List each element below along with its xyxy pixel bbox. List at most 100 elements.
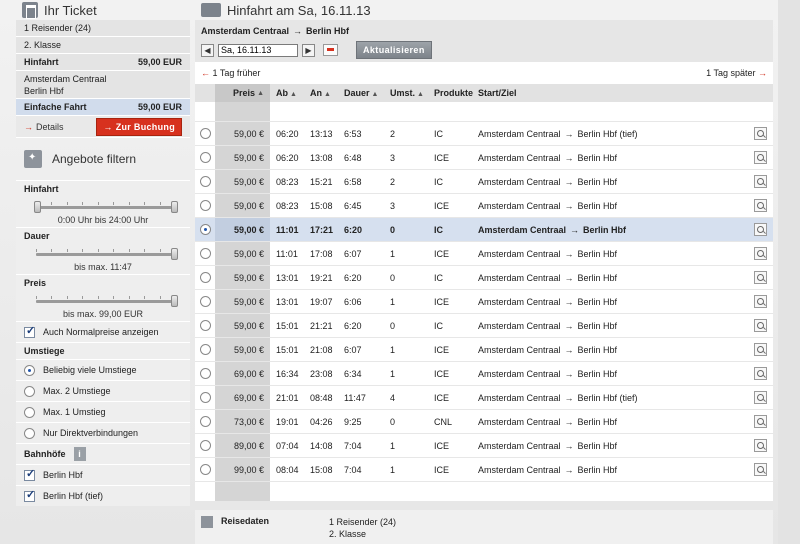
details-label: Details [36,121,64,132]
station-checkbox[interactable] [24,467,35,481]
slider-handle-max[interactable] [171,295,178,307]
magnifier-icon[interactable] [753,223,767,236]
slider-ticks [36,249,176,252]
cell-start-ziel: Amsterdam Centraal → Berlin Hbf [474,153,747,163]
table-row[interactable]: 59,00 € 11:01 17:08 6:07 1 ICE Amsterdam Centr… [195,242,773,266]
transfers-option-max2[interactable]: Max. 2 Umstiege [16,380,190,401]
duration-slider[interactable] [36,244,178,260]
cell-start-ziel: Amsterdam Centraal → Berlin Hbf [474,249,747,259]
table-row[interactable]: 69,00 € 21:01 08:48 11:47 4 ICE Amsterdam Cent… [195,386,773,410]
earlier-day-link[interactable]: ← 1 Tag früher [201,68,260,78]
date-input[interactable] [218,43,298,57]
cell-from: Amsterdam Centraal [478,224,567,235]
magnifier-icon[interactable] [753,295,767,308]
magnifier-icon[interactable] [753,271,767,284]
table-row[interactable]: 59,00 € 06:20 13:08 6:48 3 ICE Amsterdam Centr… [195,146,773,170]
normal-prices-checkbox-row[interactable]: Auch Normalpreise anzeigen [16,321,190,342]
table-row[interactable]: 59,00 € 06:20 13:13 6:53 2 IC Amsterdam Centra… [195,122,773,146]
transfers-option-direct[interactable]: Nur Direktverbindungen [16,422,190,443]
cell-ab: 15:01 [276,320,299,331]
cell-umst: 1 [390,440,396,451]
table-row[interactable]: 59,00 € 13:01 19:07 6:06 1 ICE Amsterdam Centr… [195,290,773,314]
table-row[interactable]: 73,00 € 19:01 04:26 9:25 0 CNL Amsterdam Centr… [195,410,773,434]
cell-from: Amsterdam Centraal [478,416,561,427]
row-select-radio[interactable] [199,224,211,235]
table-row[interactable]: 99,00 € 08:04 15:08 7:04 1 ICE Amsterdam Centr… [195,458,773,482]
row-select-radio[interactable] [199,248,211,259]
cell-ab: 13:01 [276,296,299,307]
row-select-radio[interactable] [199,416,211,427]
magnifier-icon[interactable] [753,319,767,332]
table-row[interactable]: 59,00 € 13:01 19:21 6:20 0 IC Amsterdam Centra… [195,266,773,290]
next-date-button[interactable]: ▶ [302,43,315,57]
magnifier-icon[interactable] [753,391,767,404]
row-select-radio[interactable] [199,392,211,403]
info-icon[interactable]: i [73,447,86,461]
table-header: Preis ▲ Ab ▲ An ▲ Dauer ▲ Umst. ▲ Produkte St… [195,84,773,102]
table-row[interactable]: 59,00 € 15:01 21:21 6:20 0 IC Amsterdam Centra… [195,314,773,338]
table-row[interactable]: 59,00 € 08:23 15:08 6:45 3 ICE Amsterdam Centr… [195,194,773,218]
cell-to: Berlin Hbf [577,368,618,379]
row-select-radio[interactable] [199,440,211,451]
transfers-option-any[interactable]: Beliebig viele Umstiege [16,359,190,380]
column-umst[interactable]: Umst. ▲ [384,88,430,98]
slider-handle-max[interactable] [171,248,178,260]
column-preis[interactable]: Preis ▲ [215,84,270,102]
row-select-radio[interactable] [199,152,211,163]
table-row[interactable]: 59,00 € 15:01 21:08 6:07 1 ICE Amsterdam Centr… [195,338,773,362]
price-filter-label: Preis [24,278,47,288]
magnifier-icon[interactable] [753,463,767,476]
normal-prices-checkbox[interactable] [24,324,35,338]
magnifier-icon[interactable] [753,367,767,380]
table-row[interactable]: 69,00 € 16:34 23:08 6:34 1 ICE Amsterdam Centr… [195,362,773,386]
book-button[interactable]: → Zur Buchung [96,117,182,136]
outbound-slider[interactable] [34,197,178,213]
calendar-icon[interactable] [323,44,338,56]
cell-produkte: IC [434,224,443,235]
slider-handle-max[interactable] [171,201,178,213]
row-select-radio[interactable] [199,368,211,379]
arrow-right-icon: → [564,320,574,331]
update-button[interactable]: Aktualisieren [356,41,432,59]
station-berlin-hbf-tief[interactable]: Berlin Hbf (tief) [16,485,190,506]
magnifier-icon[interactable] [753,127,767,140]
cell-from: Amsterdam Centraal [478,272,561,283]
column-an[interactable]: An ▲ [304,88,338,98]
radio[interactable] [24,385,35,397]
magnifier-icon[interactable] [753,199,767,212]
row-select-radio[interactable] [199,296,211,307]
table-row[interactable]: 59,00 € 08:23 15:21 6:58 2 IC Amsterdam Centra… [195,170,773,194]
cell-from: Amsterdam Centraal [478,248,561,259]
column-ab[interactable]: Ab ▲ [270,88,304,98]
transfers-option-label: Max. 2 Umstiege [43,386,111,396]
radio[interactable] [24,406,35,418]
table-row[interactable]: 89,00 € 07:04 14:08 7:04 1 ICE Amsterdam Centr… [195,434,773,458]
arrow-right-icon: → [564,272,574,283]
row-select-radio[interactable] [199,200,211,211]
slider-handle-min[interactable] [34,201,41,213]
row-select-radio[interactable] [199,320,211,331]
magnifier-icon[interactable] [753,343,767,356]
cell-dauer: 6:20 [344,320,362,331]
price-slider[interactable] [36,291,178,307]
column-dauer[interactable]: Dauer ▲ [338,88,384,98]
magnifier-icon[interactable] [753,439,767,452]
magnifier-icon[interactable] [753,151,767,164]
station-berlin-hbf[interactable]: Berlin Hbf [16,464,190,485]
later-day-link[interactable]: 1 Tag später → [706,68,767,78]
radio[interactable] [24,427,35,439]
details-link[interactable]: → Details [24,122,64,132]
magnifier-icon[interactable] [753,247,767,260]
previous-date-button[interactable]: ◀ [201,43,214,57]
row-select-radio[interactable] [199,272,211,283]
row-select-radio[interactable] [199,176,211,187]
station-checkbox[interactable] [24,488,35,502]
transfers-option-max1[interactable]: Max. 1 Umstieg [16,401,190,422]
magnifier-icon[interactable] [753,175,767,188]
table-row[interactable]: 59,00 € 11:01 17:21 6:20 0 IC Amsterdam Centra… [195,218,773,242]
row-select-radio[interactable] [199,128,211,139]
magnifier-icon[interactable] [753,415,767,428]
row-select-radio[interactable] [199,344,211,355]
row-select-radio[interactable] [199,464,211,475]
radio-selected[interactable] [24,364,35,376]
